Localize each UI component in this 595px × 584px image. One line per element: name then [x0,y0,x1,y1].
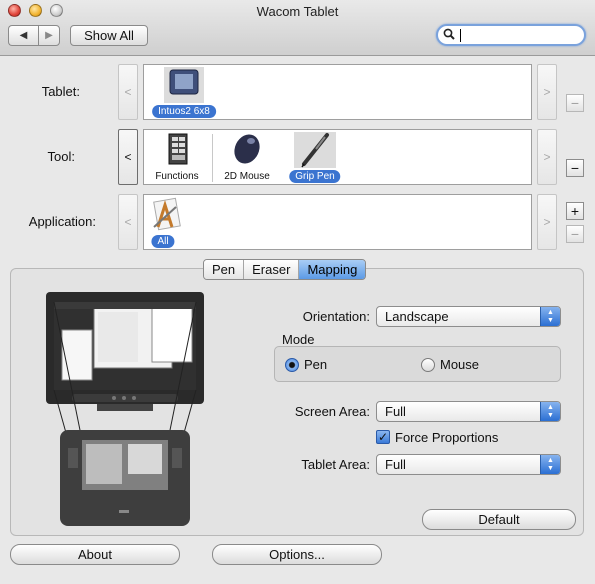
force-proportions-checkbox[interactable]: ✓ [376,430,390,444]
tablet-item-label: Intuos2 6x8 [152,105,216,118]
popup-arrows-icon: ▲ ▼ [540,455,560,474]
pen-icon [294,132,336,168]
application-row-label: Application: [28,214,96,229]
screen-area-label: Screen Area: [294,404,370,419]
force-proportions-label: Force Proportions [395,430,499,445]
default-button[interactable]: Default [422,509,576,530]
tab-mapping[interactable]: Mapping [299,260,366,279]
search-icon [443,28,455,43]
tool-list: Functions 2D Mouse Grip Pen [143,129,532,185]
mode-label: Mode [282,332,315,347]
preferences-window: Wacom Tablet ◀ ▶ Show All Tablet: < Intu… [0,0,595,584]
tablet-area-popup[interactable]: Full ▲ ▼ [376,454,561,475]
functions-icon [156,132,198,168]
mouse-icon [226,132,268,168]
window-title: Wacom Tablet [256,4,339,19]
tool-row-label: Tool: [47,149,75,164]
tool-item-grip-pen[interactable]: Grip Pen [284,130,346,186]
mode-pen-radio[interactable] [285,358,299,372]
tool-scroll-right-button[interactable]: > [537,129,557,185]
text-caret [460,29,461,42]
tablet-row-label: Tablet: [41,84,80,99]
back-arrow-icon: ◀ [19,30,28,41]
remove-tablet-button[interactable]: − [566,94,584,112]
tablet-icon [164,67,204,103]
all-applications-icon [142,197,184,233]
tool-scroll-left-button[interactable]: < [118,129,138,185]
popup-arrows-icon: ▲ ▼ [540,307,560,326]
tablet-area-value: Full [385,457,406,472]
tablet-scroll-right-button[interactable]: > [537,64,557,120]
screen-area-popup[interactable]: Full ▲ ▼ [376,401,561,422]
tab-bar: Pen Eraser Mapping [203,259,367,280]
mode-mouse-label: Mouse [440,357,480,372]
application-list: All [143,194,532,250]
back-button[interactable]: ◀ [8,25,38,46]
tablet-area-label: Tablet Area: [301,457,370,472]
mode-mouse-radio[interactable] [421,358,435,372]
forward-arrow-icon: ▶ [45,30,53,41]
tool-item-2d-mouse-label: 2D Mouse [224,171,270,182]
tool-item-functions[interactable]: Functions [146,130,208,186]
add-application-button[interactable]: + [566,202,584,220]
tablet-item[interactable]: Intuos2 6x8 [144,65,216,121]
tool-item-2d-mouse[interactable]: 2D Mouse [216,130,278,186]
tablet-list: Intuos2 6x8 [143,64,532,120]
remove-application-button[interactable]: − [566,225,584,243]
popup-arrows-icon: ▲ ▼ [540,402,560,421]
application-item-all[interactable]: All [132,195,194,251]
application-scroll-right-button[interactable]: > [537,194,557,250]
about-button[interactable]: About [10,544,180,565]
application-item-all-label: All [151,235,175,248]
tablet-scroll-left-button[interactable]: < [118,64,138,120]
tool-divider [212,134,213,182]
tab-pen[interactable]: Pen [204,260,245,279]
orientation-popup[interactable]: Landscape ▲ ▼ [376,306,561,327]
search-field[interactable] [436,24,586,46]
show-all-button[interactable]: Show All [70,25,148,46]
mode-pen-label: Pen [304,357,328,372]
forward-button[interactable]: ▶ [38,25,60,46]
options-button[interactable]: Options... [212,544,382,565]
mapping-illustration [42,290,208,530]
orientation-label: Orientation: [302,309,370,324]
orientation-value: Landscape [385,309,449,324]
screen-area-value: Full [385,404,406,419]
tab-eraser[interactable]: Eraser [244,260,300,279]
tool-item-grip-pen-label: Grip Pen [289,170,341,183]
tool-item-functions-label: Functions [155,171,199,182]
mode-group: Pen Mouse [274,346,561,382]
title-bar: Wacom Tablet ◀ ▶ Show All [0,0,595,56]
remove-tool-button[interactable]: − [566,159,584,177]
